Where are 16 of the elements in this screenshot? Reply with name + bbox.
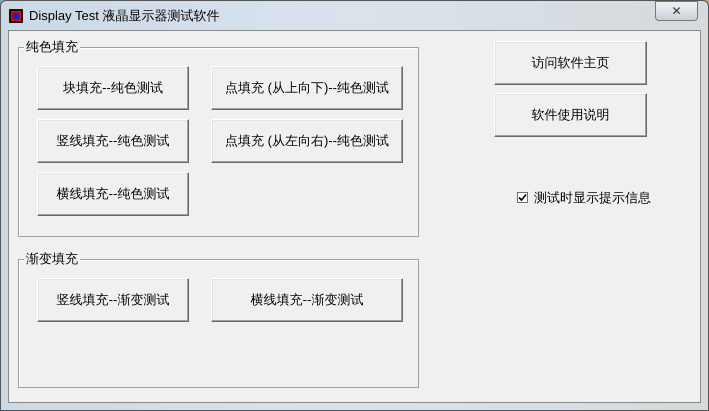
group-title: 纯色填充 <box>24 39 80 55</box>
app-icon <box>9 8 23 22</box>
checkbox[interactable] <box>517 192 528 204</box>
fill-test-button[interactable]: 点填充 (从左向右)--纯色测试 <box>211 119 403 163</box>
fill-test-button[interactable]: 竖线填充--纯色测试 <box>37 119 189 163</box>
fill-test-button[interactable]: 竖线填充--渐变测试 <box>37 278 189 322</box>
fill-test-button[interactable]: 横线填充--渐变测试 <box>211 278 403 322</box>
fill-test-button[interactable]: 点填充 (从上向下)--纯色测试 <box>211 66 403 110</box>
fill-test-button[interactable]: 块填充--纯色测试 <box>37 66 189 110</box>
group-title: 渐变填充 <box>24 251 80 267</box>
checkbox-label[interactable]: 测试时显示提示信息 <box>534 188 651 208</box>
fill-test-button[interactable]: 访问软件主页 <box>494 41 647 85</box>
close-button[interactable]: ✕ <box>655 1 698 21</box>
window-title: Display Test 液晶显示器测试软件 <box>29 6 220 25</box>
fill-test-button[interactable]: 软件使用说明 <box>494 93 647 137</box>
fill-test-button[interactable]: 横线填充--纯色测试 <box>37 172 189 216</box>
